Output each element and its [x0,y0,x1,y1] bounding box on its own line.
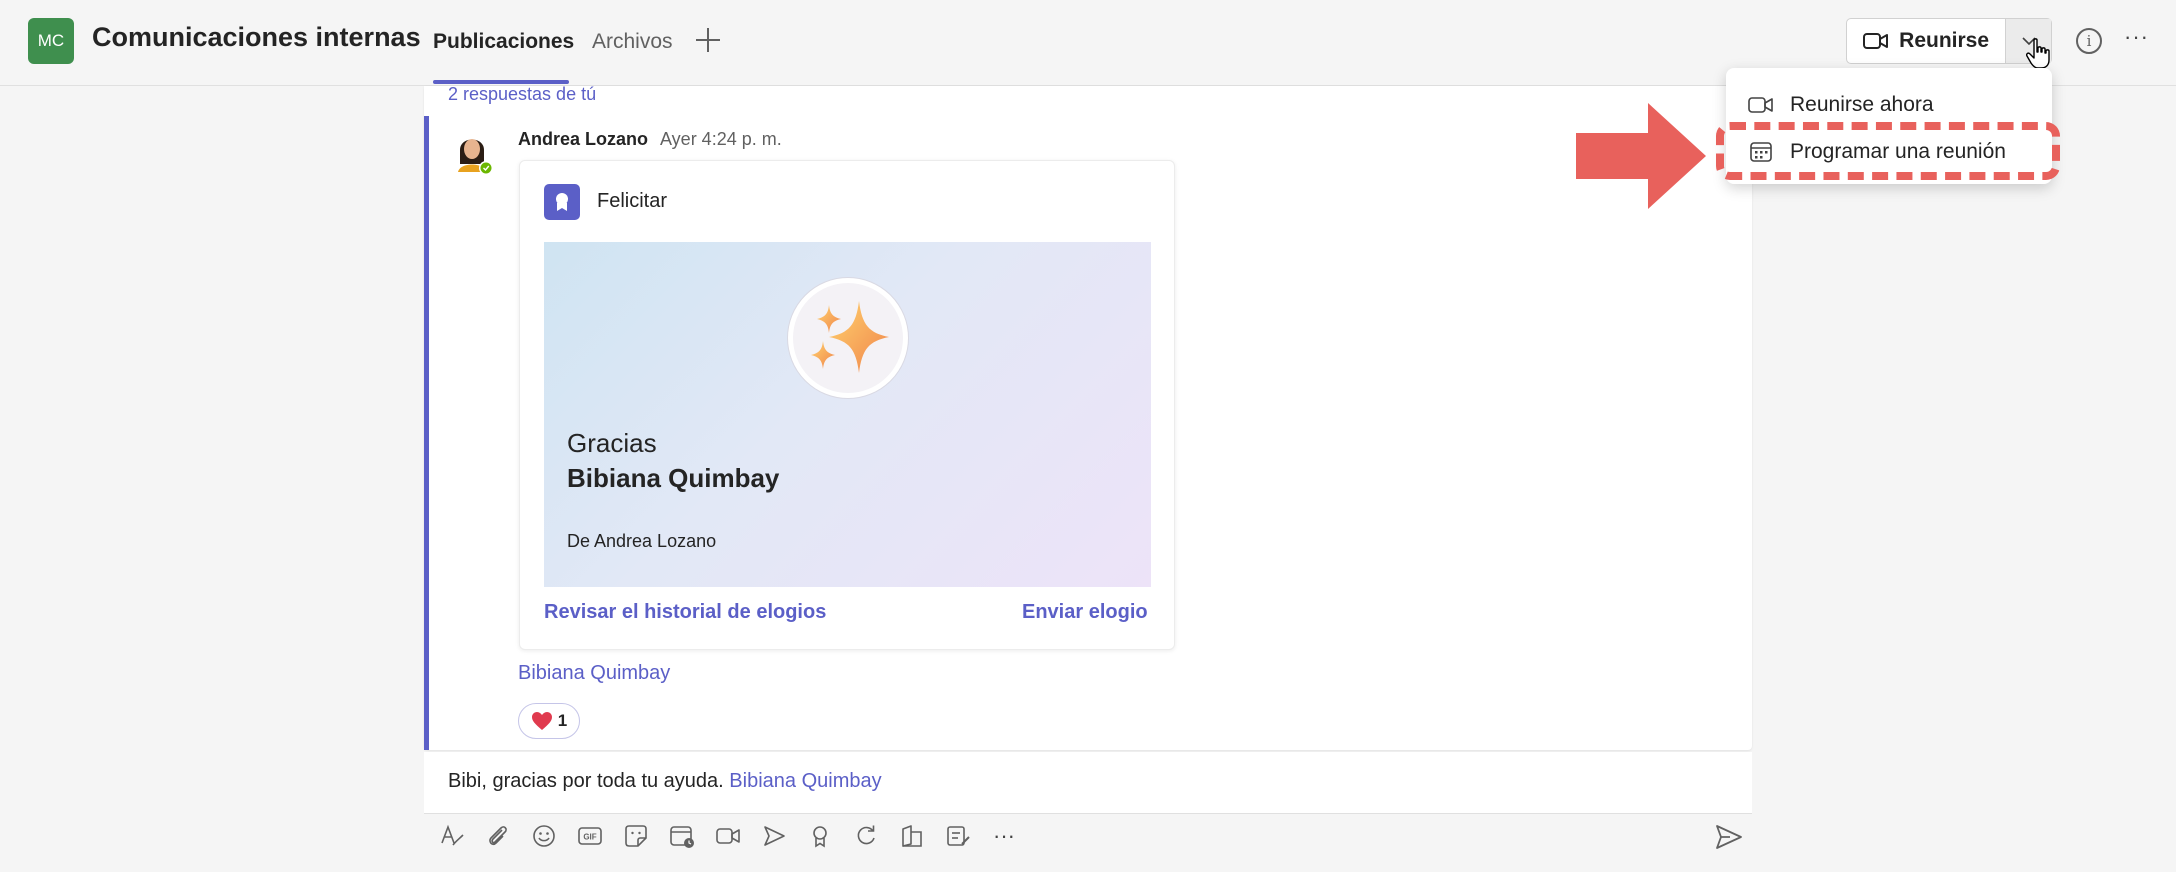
message-timestamp: Ayer 4:24 p. m. [660,129,782,149]
sticker-icon[interactable] [622,822,650,850]
heart-icon [531,712,552,730]
praise-badge-label: Felicitar [597,190,668,212]
annotation-highlight-box [1716,122,2060,180]
loop-icon[interactable] [852,822,880,850]
heart-reaction[interactable]: 1 [518,703,580,739]
tab-publicaciones[interactable]: Publicaciones [433,30,574,54]
video-clip-icon[interactable] [714,822,742,850]
join-button-group: Reunirse [1846,18,2052,64]
format-icon[interactable] [438,822,466,850]
praise-badge-icon [544,184,580,220]
menu-item-label: Reunirse ahora [1790,93,1934,116]
message-mention[interactable]: Bibiana Quimbay [518,662,670,685]
send-icon[interactable] [1714,822,1744,852]
praise-sender: De Andrea Lozano [567,531,717,551]
annotation-arrow-icon [1576,103,1706,209]
info-icon[interactable]: i [2076,28,2102,54]
stream-icon[interactable] [760,822,788,850]
team-avatar[interactable]: MC [28,18,74,64]
praise-icon[interactable] [806,822,834,850]
hand-cursor-icon [2026,38,2050,69]
svg-text:GIF: GIF [583,833,596,842]
schedule-meeting-icon[interactable] [668,822,696,850]
more-icon[interactable]: ··· [2124,24,2149,50]
gif-icon[interactable]: GIF [576,822,604,850]
replies-link[interactable]: 2 respuestas de tú [448,84,596,105]
praise-history-link[interactable]: Revisar el historial de elogios [544,601,826,624]
join-button[interactable]: Reunirse [1847,19,2007,63]
send-praise-link[interactable]: Enviar elogio [1022,601,1148,624]
composer-mention[interactable]: Bibiana Quimbay [729,770,881,792]
avatar[interactable] [452,130,496,178]
composer-toolbar: GIF ··· [438,818,1018,854]
video-camera-icon [1748,97,1773,113]
composer-draft-text: Bibi, gracias por toda tu ayuda. [448,770,724,792]
praise-recipient: Bibiana Quimbay [567,463,780,493]
forms-icon[interactable] [944,822,972,850]
more-options-icon[interactable]: ··· [990,822,1018,850]
thread-rail [424,116,429,750]
sparkles-icon [788,278,908,398]
apps-icon[interactable] [898,822,926,850]
channel-title: Comunicaciones internas [92,22,421,52]
video-camera-icon [1863,33,1889,49]
tab-archivos[interactable]: Archivos [592,30,673,54]
join-button-label: Reunirse [1899,29,1990,52]
reaction-count: 1 [557,711,568,730]
composer-text[interactable]: Bibi, gracias por toda tu ayuda. Bibiana… [448,770,882,793]
praise-word: Gracias [567,428,657,458]
emoji-icon[interactable] [530,822,558,850]
attach-icon[interactable] [484,822,512,850]
message-author[interactable]: Andrea Lozano [518,129,648,150]
plus-icon[interactable] [694,26,722,54]
